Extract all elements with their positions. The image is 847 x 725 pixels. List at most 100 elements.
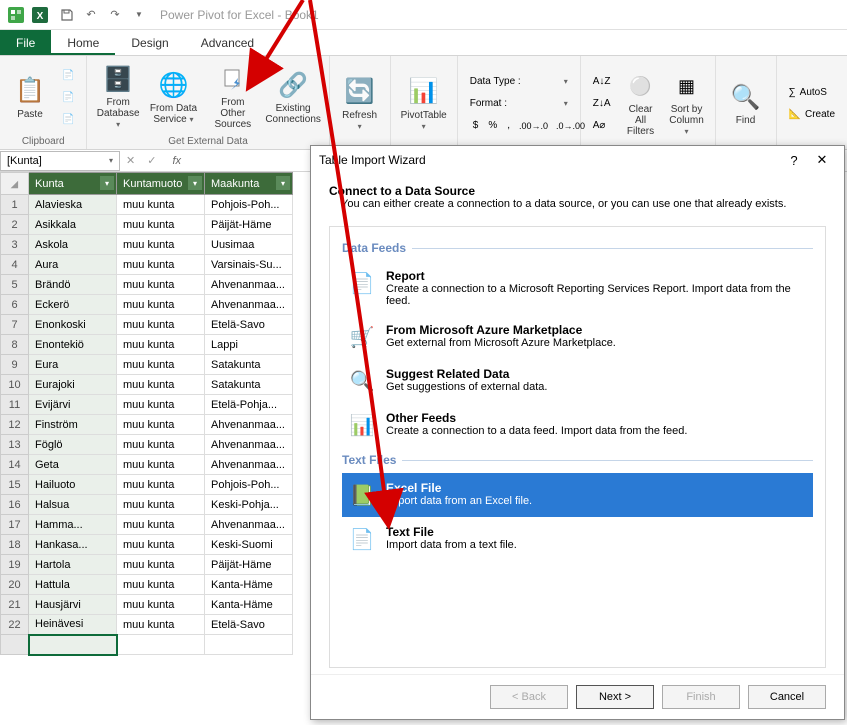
- cell[interactable]: Brändö: [29, 275, 117, 295]
- data-source-item[interactable]: 📄ReportCreate a connection to a Microsof…: [342, 261, 813, 315]
- create-kpi-button[interactable]: 📐 Create: [785, 105, 839, 125]
- sort-asc-button[interactable]: A↓Z: [589, 72, 615, 92]
- from-database-button[interactable]: 🗄️ From Database ▾: [93, 62, 142, 132]
- save-button[interactable]: [56, 4, 78, 26]
- data-source-item[interactable]: 📊Other FeedsCreate a connection to a dat…: [342, 403, 813, 447]
- paste-replace-button[interactable]: 📄: [58, 87, 78, 107]
- cell[interactable]: muu kunta: [117, 215, 205, 235]
- cell[interactable]: Ahvenanmaa...: [205, 455, 293, 475]
- percent-button[interactable]: %: [485, 120, 500, 131]
- cell[interactable]: Eurajoki: [29, 375, 117, 395]
- data-source-list[interactable]: Data Feeds 📄ReportCreate a connection to…: [329, 226, 826, 668]
- row-header[interactable]: 22: [1, 615, 29, 635]
- existing-connections-button[interactable]: 🔗 Existing Connections: [264, 62, 323, 132]
- row-header[interactable]: 17: [1, 515, 29, 535]
- clear-sort-button[interactable]: A⌀: [589, 116, 615, 136]
- cell[interactable]: Heinävesi: [29, 615, 117, 635]
- cell[interactable]: Satakunta: [205, 355, 293, 375]
- data-type-dropdown[interactable]: Data Type : ▾: [466, 72, 572, 92]
- select-all-corner[interactable]: [1, 173, 29, 195]
- cell[interactable]: muu kunta: [117, 415, 205, 435]
- cell[interactable]: Etelä-Savo: [205, 315, 293, 335]
- cell[interactable]: muu kunta: [117, 595, 205, 615]
- row-header[interactable]: 19: [1, 555, 29, 575]
- filter-dropdown-icon[interactable]: ▾: [276, 176, 290, 190]
- cell[interactable]: Enonkoski: [29, 315, 117, 335]
- cell[interactable]: Halsua: [29, 495, 117, 515]
- row-header[interactable]: 15: [1, 475, 29, 495]
- tab-home[interactable]: Home: [51, 30, 115, 55]
- data-source-item-text[interactable]: 📄Text FileImport data from a text file.: [342, 517, 813, 561]
- row-header[interactable]: [1, 635, 29, 655]
- row-header[interactable]: 3: [1, 235, 29, 255]
- cell[interactable]: muu kunta: [117, 235, 205, 255]
- cell[interactable]: muu kunta: [117, 475, 205, 495]
- row-header[interactable]: 4: [1, 255, 29, 275]
- cell[interactable]: muu kunta: [117, 515, 205, 535]
- data-source-item-excel[interactable]: 📗Excel FileImport data from an Excel fil…: [342, 473, 813, 517]
- cell[interactable]: Aura: [29, 255, 117, 275]
- cell[interactable]: Pohjois-Poh...: [205, 195, 293, 215]
- from-other-sources-button[interactable]: From Other Sources: [204, 62, 262, 132]
- cell[interactable]: muu kunta: [117, 335, 205, 355]
- filter-dropdown-icon[interactable]: ▾: [188, 176, 202, 190]
- help-button[interactable]: ?: [780, 153, 808, 168]
- autosum-button[interactable]: ∑ AutoS: [785, 83, 839, 103]
- row-header[interactable]: 7: [1, 315, 29, 335]
- row-header[interactable]: 6: [1, 295, 29, 315]
- cell[interactable]: Enontekiö: [29, 335, 117, 355]
- cell[interactable]: Keski-Suomi: [205, 535, 293, 555]
- cell[interactable]: Ahvenanmaa...: [205, 415, 293, 435]
- cell[interactable]: Föglö: [29, 435, 117, 455]
- row-header[interactable]: 16: [1, 495, 29, 515]
- sort-desc-button[interactable]: Z↓A: [589, 94, 615, 114]
- cell[interactable]: Päijät-Häme: [205, 215, 293, 235]
- refresh-button[interactable]: 🔄 Refresh▾: [336, 69, 384, 139]
- cell[interactable]: muu kunta: [117, 255, 205, 275]
- cell[interactable]: [205, 635, 293, 655]
- clear-filters-button[interactable]: ⚪ Clear All Filters: [619, 69, 663, 139]
- cell[interactable]: Finström: [29, 415, 117, 435]
- cell[interactable]: muu kunta: [117, 455, 205, 475]
- currency-button[interactable]: $: [470, 120, 482, 131]
- cell[interactable]: Hausjärvi: [29, 595, 117, 615]
- cell[interactable]: Etelä-Pohja...: [205, 395, 293, 415]
- row-header[interactable]: 8: [1, 335, 29, 355]
- qat-dropdown[interactable]: ▼: [128, 4, 150, 26]
- cell[interactable]: Satakunta: [205, 375, 293, 395]
- from-data-service-button[interactable]: 🌐 From Data Service ▾: [145, 62, 202, 132]
- cell[interactable]: Eura: [29, 355, 117, 375]
- row-header[interactable]: 14: [1, 455, 29, 475]
- cell[interactable]: muu kunta: [117, 575, 205, 595]
- cell[interactable]: Eckerö: [29, 295, 117, 315]
- tab-design[interactable]: Design: [115, 30, 184, 55]
- cell[interactable]: Hattula: [29, 575, 117, 595]
- cell[interactable]: Uusimaa: [205, 235, 293, 255]
- filter-dropdown-icon[interactable]: ▾: [100, 176, 114, 190]
- cell[interactable]: Ahvenanmaa...: [205, 275, 293, 295]
- find-button[interactable]: 🔍 Find: [722, 69, 770, 139]
- next-button[interactable]: Next >: [576, 685, 654, 709]
- row-header[interactable]: 5: [1, 275, 29, 295]
- cell[interactable]: Hartola: [29, 555, 117, 575]
- copy-button[interactable]: 📄: [58, 109, 78, 129]
- tab-file[interactable]: File: [0, 30, 51, 55]
- sort-by-column-button[interactable]: ▦ Sort by Column ▾: [665, 69, 709, 139]
- cell[interactable]: Hankasa...: [29, 535, 117, 555]
- row-header[interactable]: 20: [1, 575, 29, 595]
- cell[interactable]: Hailuoto: [29, 475, 117, 495]
- cell[interactable]: Ahvenanmaa...: [205, 295, 293, 315]
- cell[interactable]: Evijärvi: [29, 395, 117, 415]
- comma-button[interactable]: ,: [504, 120, 513, 131]
- undo-button[interactable]: ↶: [80, 4, 102, 26]
- cell[interactable]: [29, 635, 117, 655]
- cell[interactable]: Ahvenanmaa...: [205, 515, 293, 535]
- cell[interactable]: Lappi: [205, 335, 293, 355]
- column-header[interactable]: Maakunta▾: [205, 173, 293, 195]
- increase-decimal-button[interactable]: .00→.0: [517, 121, 550, 131]
- paste-append-button[interactable]: 📄: [58, 65, 78, 85]
- cell[interactable]: muu kunta: [117, 315, 205, 335]
- row-header[interactable]: 10: [1, 375, 29, 395]
- cell[interactable]: muu kunta: [117, 435, 205, 455]
- row-header[interactable]: 11: [1, 395, 29, 415]
